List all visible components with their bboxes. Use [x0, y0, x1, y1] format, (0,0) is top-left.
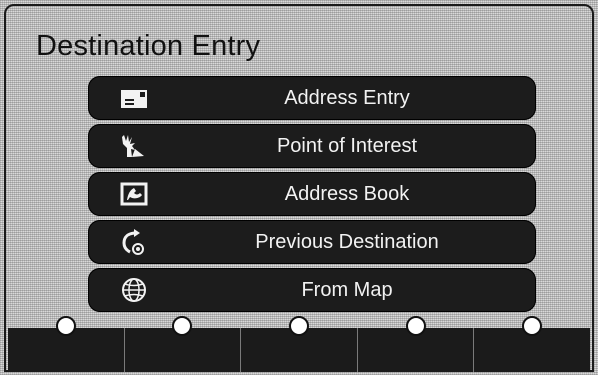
previous-destination-icon — [118, 228, 150, 256]
page-title: Destination Entry — [36, 30, 261, 62]
globe-icon — [118, 276, 150, 304]
from-map-button[interactable]: From Map — [88, 268, 536, 312]
address-entry-label: Address Entry — [284, 87, 410, 109]
address-card-icon — [118, 84, 150, 112]
point-of-interest-label: Point of Interest — [276, 135, 418, 157]
point-of-interest-button[interactable]: Point of Interest — [88, 124, 536, 168]
soft-key-indicator — [172, 316, 193, 336]
soft-key-indicator — [288, 316, 309, 336]
address-book-icon — [118, 180, 150, 208]
statue-of-liberty-icon — [118, 132, 150, 160]
soft-key-4[interactable] — [358, 316, 475, 372]
soft-key-1[interactable] — [8, 316, 125, 372]
previous-destination-button[interactable]: Previous Destination — [88, 220, 536, 264]
soft-key-5[interactable] — [474, 316, 590, 372]
soft-key-bar — [8, 316, 590, 372]
soft-key-3[interactable] — [241, 316, 358, 372]
soft-key-indicator — [55, 316, 76, 336]
previous-destination-label: Previous Destination — [255, 231, 439, 253]
soft-key-2[interactable] — [125, 316, 242, 372]
address-book-label: Address Book — [284, 183, 410, 205]
soft-key-indicator — [405, 316, 426, 336]
soft-key-indicator — [522, 316, 543, 336]
address-entry-button[interactable]: Address Entry — [88, 76, 536, 120]
address-book-button[interactable]: Address Book — [88, 172, 536, 216]
from-map-label: From Map — [301, 279, 393, 301]
